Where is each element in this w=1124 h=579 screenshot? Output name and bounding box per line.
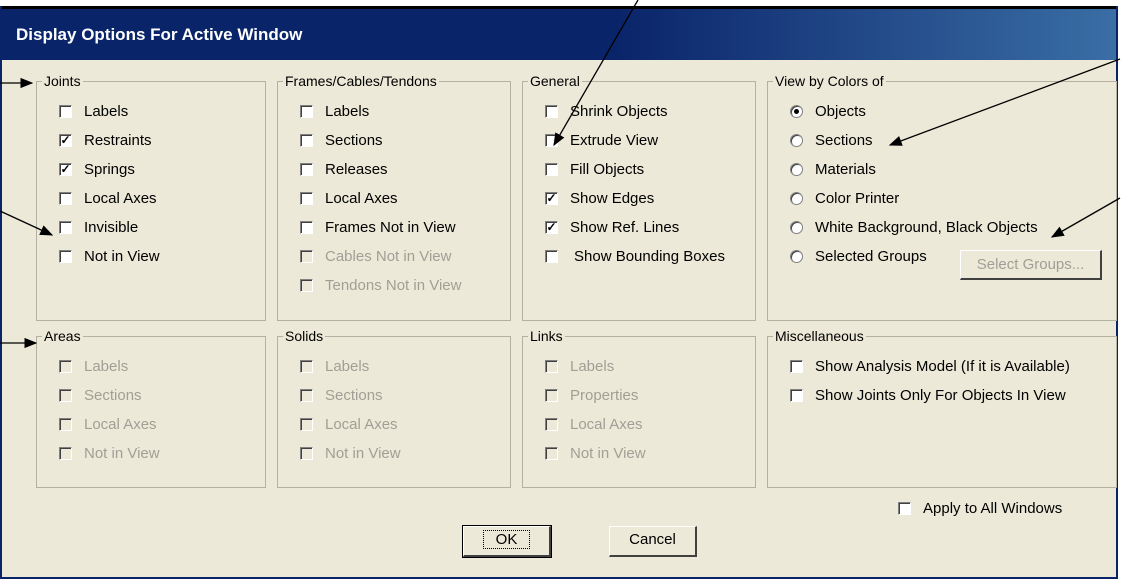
arrow-white-background	[1050, 197, 1121, 238]
annotation-arrows	[0, 0, 1121, 349]
arrow-sections	[888, 58, 1121, 146]
arrow-extrude-view	[553, 0, 639, 147]
arrow-invisible	[0, 210, 54, 236]
